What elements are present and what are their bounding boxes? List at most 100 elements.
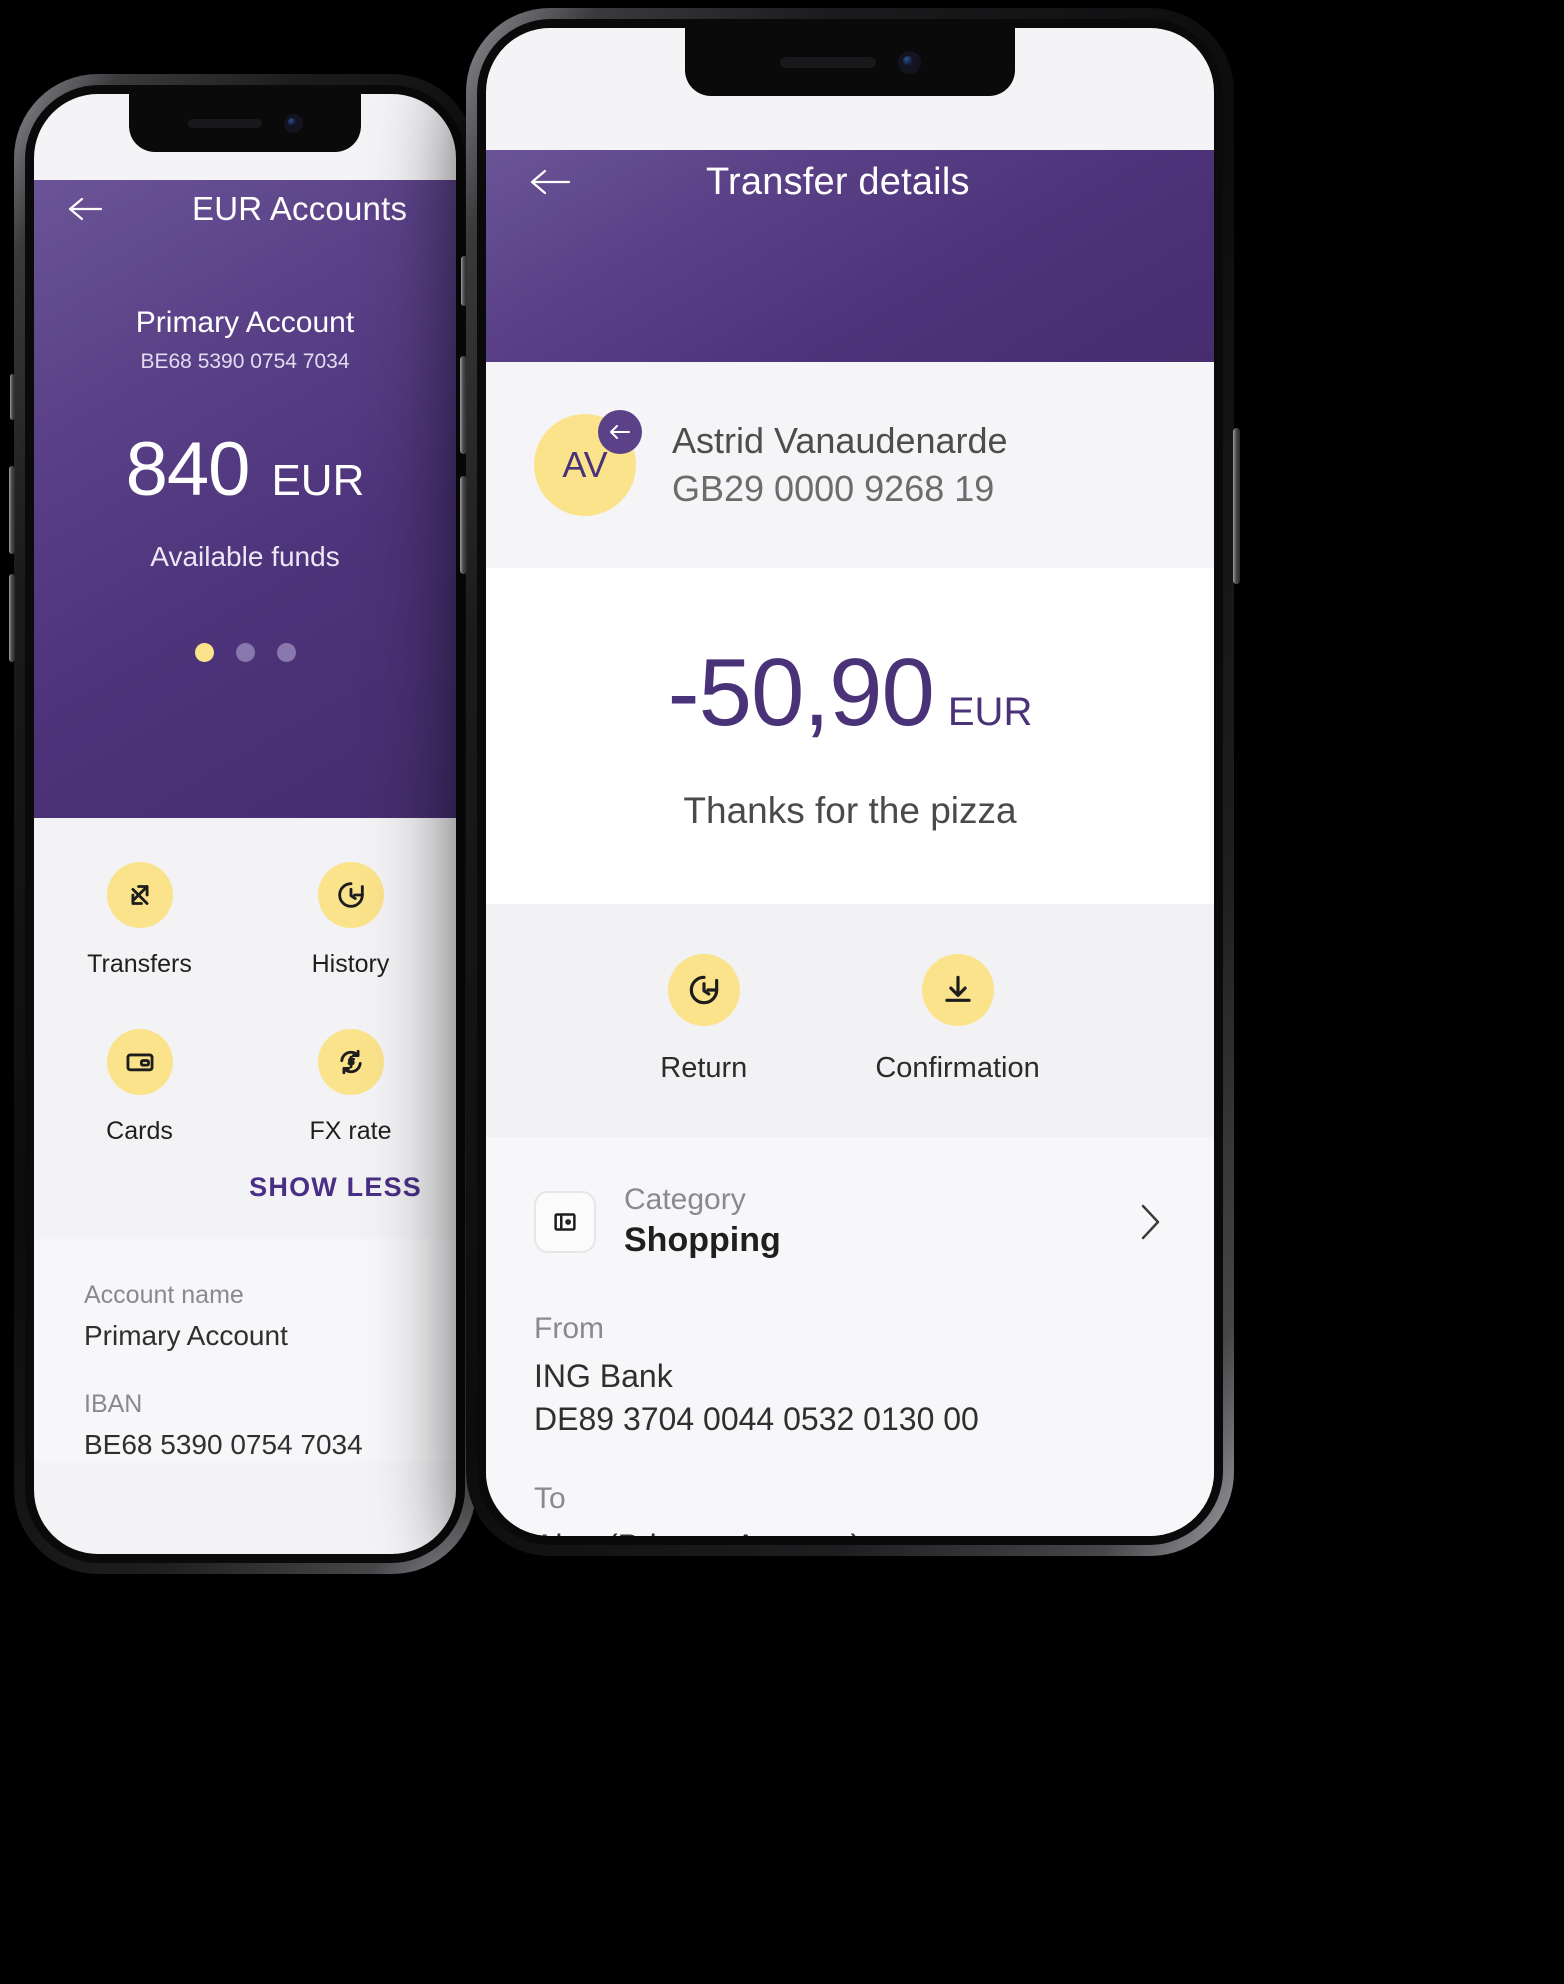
phone-screen-left: EUR Accounts Primary Account BE68 5390 0… — [34, 94, 456, 1554]
contact-row[interactable]: AV Astrid Vanaudenarde GB29 0000 9268 19 — [486, 362, 1214, 568]
notch-right — [685, 28, 1015, 96]
volume-down-right[interactable] — [460, 476, 467, 574]
category-value: Shopping — [624, 1221, 781, 1259]
card-icon-circle — [106, 1029, 173, 1095]
clock-history-icon-circle — [317, 862, 384, 928]
info-label: Account name — [84, 1281, 244, 1309]
action-return[interactable]: Return — [660, 954, 747, 1085]
accounts-page-title: EUR Accounts — [192, 190, 408, 227]
field-value-line2: DE89 3704 0044 0532 0130 00 — [534, 1401, 979, 1437]
quick-action-label: History — [311, 950, 390, 978]
mute-switch-left[interactable] — [10, 374, 15, 420]
contact-iban: GB29 0000 9268 19 — [672, 468, 995, 509]
show-less-button[interactable]: SHOW LESS — [34, 1146, 456, 1209]
avatar-initials: AV — [562, 444, 608, 485]
volume-up-right[interactable] — [460, 356, 467, 454]
info-row-account-name: Account name Primary Account — [84, 1281, 406, 1352]
notch-left — [129, 94, 361, 152]
account-balance-currency: EUR — [271, 456, 365, 505]
front-camera-left — [283, 113, 303, 133]
arrow-left-icon — [68, 197, 103, 221]
action-label: Return — [660, 1052, 748, 1084]
currency-exchange-icon — [339, 1049, 362, 1075]
contact-text-block: Astrid Vanaudenarde GB29 0000 9268 19 — [672, 420, 1008, 510]
contact-name: Astrid Vanaudenarde — [672, 420, 1008, 461]
field-value-line1: ING Bank — [534, 1358, 673, 1394]
transfer-actions: Return Confirmation — [486, 904, 1214, 1137]
field-value-line1: Aion (Primary Account) — [534, 1528, 1166, 1536]
account-card-iban: BE68 5390 0754 7034 — [140, 350, 350, 373]
info-value: Primary Account — [84, 1320, 288, 1351]
clock-history-icon — [689, 975, 719, 1005]
carousel-dots — [34, 643, 456, 662]
clock-history-icon-circle — [667, 954, 740, 1026]
mute-switch-right[interactable] — [461, 256, 467, 306]
transfer-detail-pane: Category Shopping From ING Bank DE89 370… — [486, 1137, 1214, 1536]
quick-action-cards[interactable]: Cards — [34, 1029, 245, 1146]
quick-actions-pane: Transfers History Cards FX rate SHOW LES… — [34, 818, 456, 1239]
earpiece-speaker-left — [187, 118, 262, 128]
field-label: To — [534, 1482, 566, 1515]
front-camera-right — [897, 50, 921, 74]
phone-screen-right: Transfer details AV Astrid Vanaudenarde … — [486, 28, 1214, 1536]
receipt-icon-box — [534, 1190, 596, 1253]
category-label: Category — [624, 1183, 746, 1216]
account-card-left[interactable]: Primary Account BE68 5390 0754 7034 840 … — [34, 306, 456, 573]
download-icon — [944, 975, 971, 1002]
info-label: IBAN — [84, 1390, 143, 1418]
quick-action-label: Transfers — [87, 950, 192, 978]
quick-action-transfers[interactable]: Transfers — [34, 862, 245, 979]
volume-down-left[interactable] — [9, 574, 15, 662]
amount-block: -50,90 EUR Thanks for the pizza — [486, 568, 1214, 904]
arrow-left-icon — [610, 425, 630, 439]
card-icon — [126, 1053, 153, 1072]
quick-action-label: FX rate — [309, 1117, 392, 1145]
transfer-arrows-icon — [131, 885, 148, 905]
transfer-appbar-hero: Transfer details — [486, 150, 1214, 362]
account-balance-row: 840 EUR — [60, 426, 430, 513]
clock-history-icon — [337, 882, 364, 908]
chevron-right-icon[interactable] — [1134, 1199, 1166, 1245]
amount-row: -50,90 EUR — [486, 638, 1214, 748]
quick-action-label: Cards — [106, 1117, 173, 1145]
amount-note: Thanks for the pizza — [683, 790, 1017, 831]
field-label: From — [534, 1312, 604, 1345]
account-balance-value: 840 — [125, 427, 251, 512]
transfer-appbar: Transfer details — [486, 150, 1214, 214]
currency-exchange-icon-circle — [317, 1029, 384, 1095]
field-from: From ING Bank DE89 3704 0044 0532 0130 0… — [534, 1312, 1166, 1438]
action-label: Confirmation — [875, 1052, 1040, 1084]
download-icon-circle — [921, 954, 994, 1026]
avatar-direction-badge — [598, 410, 642, 454]
accounts-appbar: EUR Accounts — [34, 180, 456, 238]
carousel-dot-3[interactable] — [276, 643, 296, 662]
power-button-right[interactable] — [1233, 428, 1240, 584]
receipt-icon — [554, 1212, 576, 1231]
info-row-iban: IBAN BE68 5390 0754 7034 — [84, 1390, 406, 1461]
screenshot-stage: EUR Accounts Primary Account BE68 5390 0… — [0, 0, 1564, 1984]
back-button-accounts[interactable] — [60, 184, 110, 234]
phone-transfer-details: Transfer details AV Astrid Vanaudenarde … — [460, 8, 1240, 1556]
amount-value: -50,90 — [667, 639, 935, 746]
arrow-left-icon — [530, 169, 571, 195]
info-value: BE68 5390 0754 7034 — [84, 1429, 363, 1460]
quick-actions-grid: Transfers History Cards FX rate — [34, 862, 456, 1146]
transfer-arrows-icon-circle — [106, 862, 173, 928]
category-row[interactable]: Category Shopping — [534, 1183, 1166, 1260]
transfer-page-title: Transfer details — [706, 160, 970, 203]
carousel-dot-1[interactable] — [194, 643, 214, 662]
volume-up-left[interactable] — [9, 466, 15, 554]
account-card-name: Primary Account — [135, 306, 355, 339]
action-confirmation[interactable]: Confirmation — [875, 954, 1040, 1085]
phone-accounts: EUR Accounts Primary Account BE68 5390 0… — [9, 74, 481, 1574]
quick-action-fx-rate[interactable]: FX rate — [245, 1029, 456, 1146]
account-info-pane: Account name Primary Account IBAN BE68 5… — [34, 1239, 456, 1461]
amount-currency: EUR — [947, 690, 1033, 734]
quick-action-history[interactable]: History — [245, 862, 456, 979]
earpiece-speaker-right — [779, 56, 876, 68]
carousel-dot-2[interactable] — [235, 643, 255, 662]
category-text-block: Category Shopping — [624, 1183, 1134, 1260]
accounts-hero: EUR Accounts Primary Account BE68 5390 0… — [34, 180, 456, 818]
field-to: To Aion (Primary Account) PL61 1090 1014… — [534, 1482, 1166, 1536]
back-button-transfer[interactable] — [522, 154, 578, 210]
